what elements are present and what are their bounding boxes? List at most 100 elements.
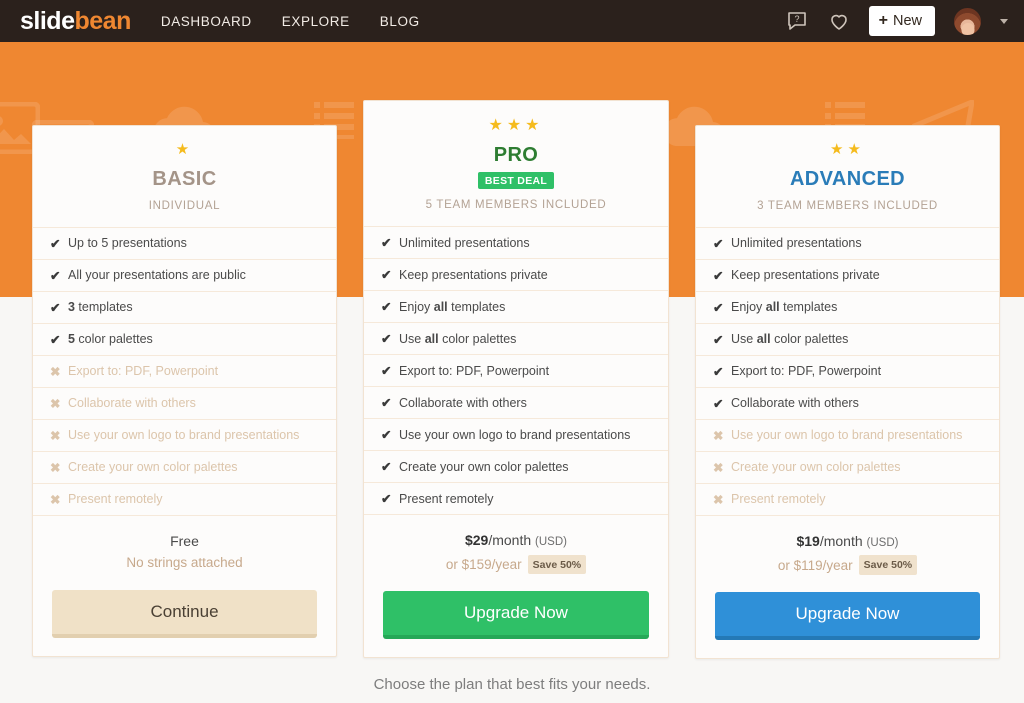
- feature-row: ✖ Create your own color palettes: [33, 452, 336, 485]
- feature-row: ✖ Present remotely: [696, 484, 999, 517]
- top-navbar: slidebean DASHBOARD EXPLORE BLOG ? + New: [0, 0, 1024, 42]
- plan-header-advanced: ★★ ADVANCED 3 TEAM MEMBERS INCLUDED: [696, 126, 999, 227]
- feature-label: Export to: PDF, Powerpoint: [68, 364, 219, 379]
- feature-label: Enjoy all templates: [731, 300, 838, 315]
- feature-row: ✔ 5 color palettes: [33, 324, 336, 357]
- price-secondary: or $119/year Save 50%: [715, 555, 980, 577]
- cta-button-pro[interactable]: Upgrade Now: [383, 591, 649, 640]
- nav-links: DASHBOARD EXPLORE BLOG: [161, 14, 420, 29]
- nav-link-explore[interactable]: EXPLORE: [282, 14, 350, 29]
- check-icon: ✔: [50, 300, 61, 315]
- check-icon: ✔: [713, 268, 724, 283]
- star-rating-icon: ★★: [830, 141, 865, 158]
- plan-card-basic: ★ BASIC INDIVIDUAL ✔ Up to 5 presentations ✔ A…: [32, 125, 337, 657]
- feature-row: ✔ Export to: PDF, Powerpoint: [696, 356, 999, 389]
- feature-label: Collaborate with others: [731, 396, 859, 411]
- new-button-label: New: [892, 13, 922, 29]
- nav-link-blog[interactable]: BLOG: [380, 14, 420, 29]
- feature-label: 5 color palettes: [68, 332, 153, 347]
- cross-icon: ✖: [50, 460, 61, 475]
- check-icon: ✔: [713, 364, 724, 379]
- check-icon: ✔: [381, 331, 392, 346]
- cross-icon: ✖: [50, 492, 61, 507]
- cross-icon: ✖: [50, 364, 61, 379]
- plan-subtitle-basic: INDIVIDUAL: [148, 199, 221, 212]
- feature-row: ✖ Present remotely: [33, 484, 336, 517]
- price-primary: $19/month (USD): [796, 533, 899, 550]
- check-icon: ✔: [713, 332, 724, 347]
- feature-label: Use all color palettes: [731, 332, 849, 347]
- feature-label: Collaborate with others: [68, 396, 196, 411]
- feature-label: Keep presentations private: [731, 268, 880, 283]
- feature-row: ✔ Create your own color palettes: [364, 451, 668, 484]
- feature-label: Create your own color palettes: [399, 459, 569, 474]
- save-badge: Save 50%: [527, 554, 587, 575]
- feature-label: Use your own logo to brand presentations: [731, 428, 963, 443]
- feature-label: Keep presentations private: [399, 267, 548, 282]
- price-secondary-text: No strings attached: [126, 555, 243, 571]
- feature-row: ✔ Use your own logo to brand presentation…: [364, 419, 668, 452]
- plan-subtitle-advanced: 3 TEAM MEMBERS INCLUDED: [757, 199, 938, 212]
- feature-label: Export to: PDF, Powerpoint: [731, 364, 882, 379]
- slidebean-logo[interactable]: slidebean: [20, 6, 131, 35]
- feature-row: ✖ Use your own logo to brand presentation…: [696, 420, 999, 453]
- feature-row: ✔ Export to: PDF, Powerpoint: [364, 355, 668, 388]
- check-icon: ✔: [381, 235, 392, 250]
- plan-name-basic: BASIC: [152, 167, 217, 190]
- feature-label: Use your own logo to brand presentations: [399, 427, 631, 442]
- feature-row: ✔ Enjoy all templates: [364, 291, 668, 324]
- feature-label: All your presentations are public: [68, 268, 246, 283]
- plan-footer-advanced: $19/month (USD) or $119/year Save 50% Upgra…: [696, 516, 999, 658]
- feature-row: ✖ Create your own color palettes: [696, 452, 999, 485]
- nav-link-dashboard[interactable]: DASHBOARD: [161, 14, 252, 29]
- feature-row: ✖ Collaborate with others: [33, 388, 336, 421]
- chat-question-icon[interactable]: ?: [785, 9, 809, 33]
- avatar[interactable]: [953, 6, 982, 36]
- plan-footer-basic: Free No strings attached Continue: [33, 516, 336, 656]
- best-deal-badge: BEST DEAL: [477, 171, 555, 189]
- price-primary: $29/month (USD): [464, 532, 567, 549]
- cross-icon: ✖: [50, 396, 61, 411]
- feature-list-pro: ✔ Unlimited presentations ✔ Keep presentati…: [364, 226, 668, 516]
- heart-icon[interactable]: [827, 9, 851, 33]
- cta-button-basic[interactable]: Continue: [52, 589, 317, 638]
- feature-label: Enjoy all templates: [399, 299, 506, 314]
- cta-button-advanced[interactable]: Upgrade Now: [715, 592, 980, 641]
- navbar-right: ? + New: [785, 6, 1008, 36]
- check-icon: ✔: [50, 236, 61, 251]
- svg-text:?: ?: [794, 14, 799, 24]
- plan-card-advanced: ★★ ADVANCED 3 TEAM MEMBERS INCLUDED ✔ Unlimi…: [695, 125, 1000, 660]
- feature-row: ✔ Use all color palettes: [364, 323, 668, 356]
- check-icon: ✔: [381, 459, 392, 474]
- check-icon: ✔: [381, 427, 392, 442]
- check-icon: ✔: [381, 491, 392, 506]
- price-secondary-text: or $159/year: [445, 556, 522, 572]
- save-badge: Save 50%: [858, 555, 918, 576]
- check-icon: ✔: [50, 268, 61, 283]
- check-icon: ✔: [713, 300, 724, 315]
- pricing-page: slidebean DASHBOARD EXPLORE BLOG ? + New: [0, 0, 1024, 703]
- feature-row: ✔ Present remotely: [364, 483, 668, 516]
- star-rating-icon: ★: [175, 141, 194, 158]
- footnote: Choose the plan that best fits your need…: [373, 676, 651, 693]
- feature-row: ✔ Up to 5 presentations: [33, 228, 336, 261]
- check-icon: ✔: [381, 395, 392, 410]
- new-button[interactable]: + New: [868, 6, 935, 36]
- feature-label: Unlimited presentations: [731, 236, 862, 251]
- chevron-down-icon[interactable]: [1000, 18, 1008, 24]
- price-secondary: No strings attached: [52, 552, 317, 574]
- feature-label: Present remotely: [399, 491, 494, 506]
- feature-label: Present remotely: [68, 492, 163, 507]
- cross-icon: ✖: [713, 460, 724, 475]
- feature-list-basic: ✔ Up to 5 presentations ✔ All your presenta…: [33, 227, 336, 517]
- logo-text-bean: bean: [74, 6, 131, 35]
- check-icon: ✔: [381, 363, 392, 378]
- price-secondary-text: or $119/year: [777, 557, 853, 573]
- feature-label: Use all color palettes: [399, 331, 517, 346]
- feature-label: Create your own color palettes: [68, 460, 238, 475]
- feature-row: ✔ Collaborate with others: [364, 387, 668, 420]
- feature-row: ✔ Unlimited presentations: [696, 228, 999, 261]
- check-icon: ✔: [713, 236, 724, 251]
- feature-label: Unlimited presentations: [399, 235, 530, 250]
- plan-header-pro: ★★★ PRO BEST DEAL 5 TEAM MEMBERS INCLUDED: [364, 101, 668, 226]
